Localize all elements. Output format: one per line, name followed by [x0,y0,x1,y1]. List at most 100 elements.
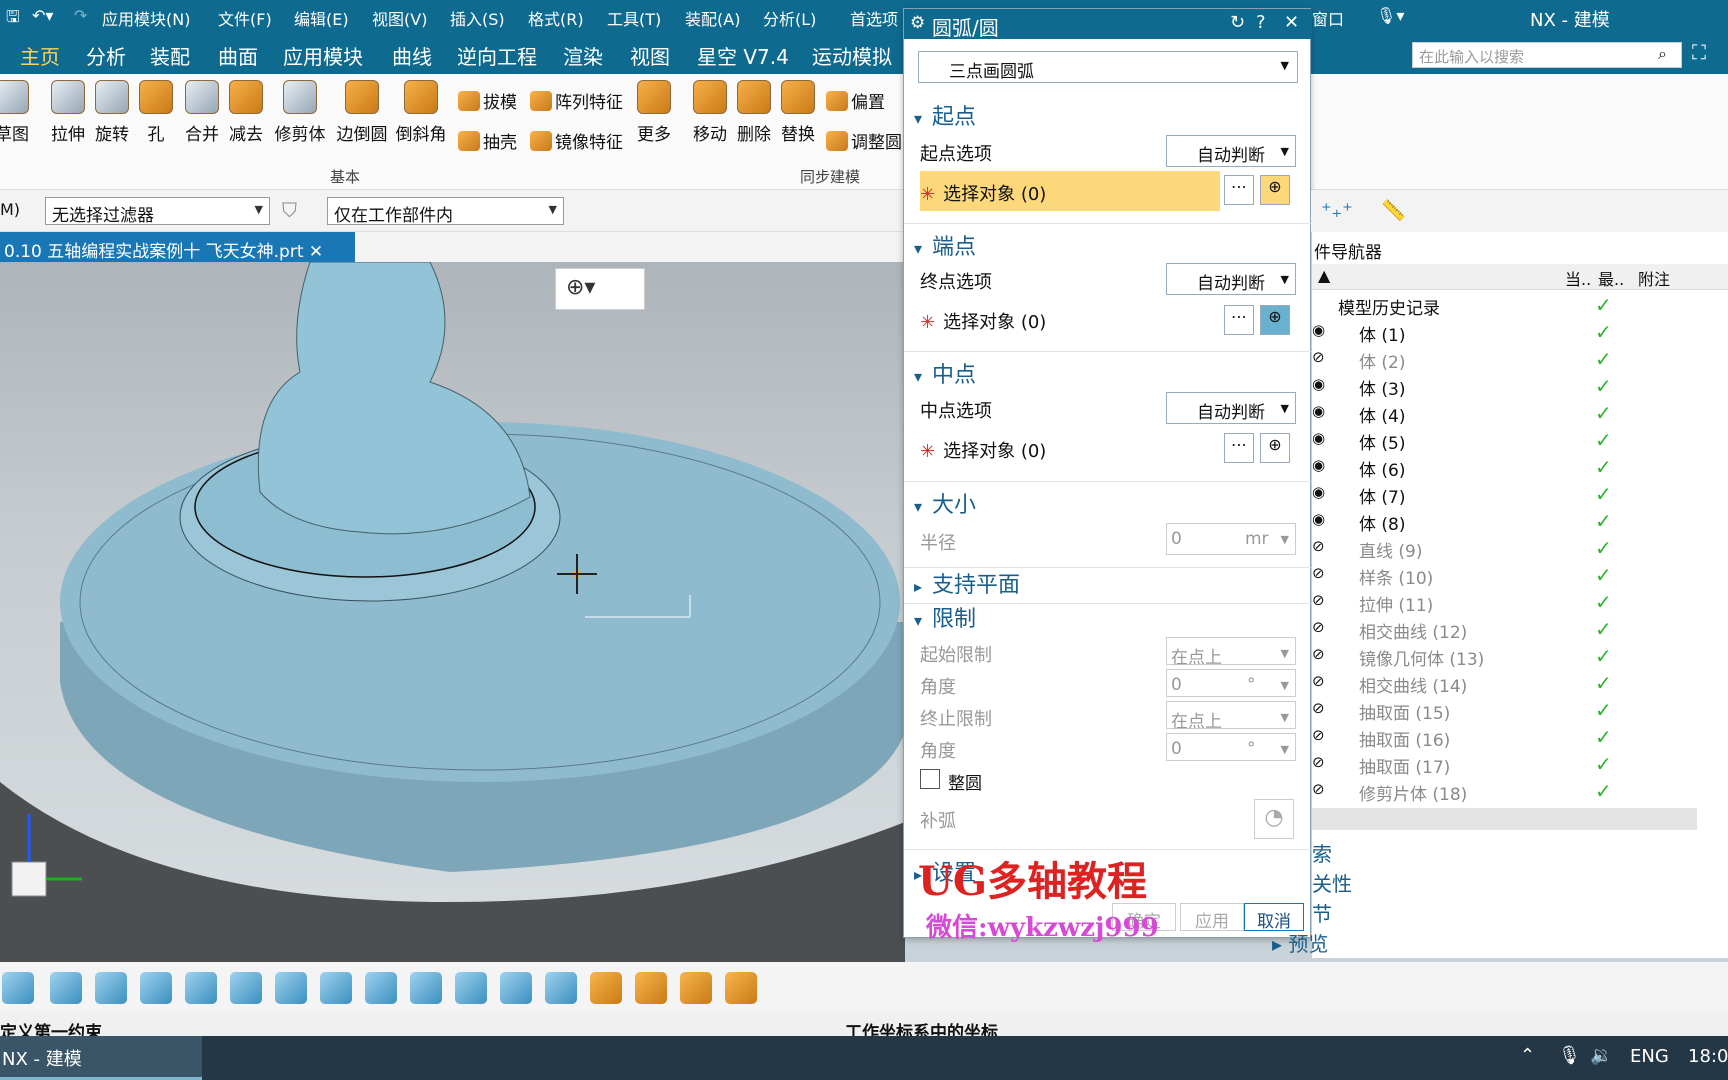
navigator-row[interactable]: ⊘ 拉伸 (11) ✓ [1312,589,1728,616]
crosshair-button[interactable]: ⊕ [1260,433,1290,463]
curve-tool-icon[interactable] [455,972,487,1004]
tab-xingkong[interactable]: 星空 V7.4 [697,41,789,70]
surface-tool-icon[interactable] [95,972,127,1004]
curve-tool-icon[interactable] [545,972,577,1004]
move-face-button[interactable]: 移动 [688,80,732,145]
search-input[interactable]: 在此输入以搜索 [1412,42,1682,68]
navigator-row[interactable]: ◉ 体 (8) ✓ [1312,508,1728,535]
col-current[interactable]: 当.. [1565,266,1591,290]
sort-asc-icon[interactable]: ▲ [1318,266,1330,285]
surface-tool-icon[interactable] [230,972,262,1004]
visibility-icon[interactable]: ⊘ [1312,537,1325,555]
replace-face-button[interactable]: 替换 [776,80,820,145]
complement-button[interactable]: ◔ [1254,799,1294,839]
save-icon[interactable]: 🖫 [6,6,20,33]
visibility-icon[interactable]: ⊘ [1312,618,1325,636]
input-language[interactable]: ENG [1630,1046,1669,1067]
visibility-icon[interactable]: ⊘ [1312,348,1325,366]
visibility-icon[interactable]: ◉ [1312,456,1325,474]
apply-button[interactable]: 应用 [1180,903,1244,932]
more-button[interactable]: 更多 [632,80,676,145]
reset-icon[interactable]: ↻ [1230,12,1245,33]
navigator-row[interactable]: ⊘ 镜像几何体 (13) ✓ [1312,643,1728,670]
tab-curve[interactable]: 曲线 [392,41,432,70]
mirror-feature-button[interactable]: 镜像特征 [530,128,623,153]
tab-render[interactable]: 渲染 [563,41,603,70]
visibility-icon[interactable]: ⊘ [1312,699,1325,717]
section-mid-point[interactable]: 中点 [914,357,976,389]
visibility-icon[interactable]: ⊘ [1312,780,1325,798]
visibility-icon[interactable]: ◉ [1312,321,1325,339]
type-filter-dropdown[interactable]: 无选择过滤器 [45,197,270,225]
navigator-row[interactable]: ⊘ 体 (2) ✓ [1312,346,1728,373]
navigator-row[interactable]: ◉ 体 (3) ✓ [1312,373,1728,400]
trim-body-button[interactable]: 修剪体 [272,80,328,145]
undo-icon[interactable]: ↶▾ [32,6,53,25]
filter-icon[interactable]: ⛉ [282,198,297,222]
navigator-row[interactable]: ⊘ 直线 (9) ✓ [1312,535,1728,562]
add-point-icon[interactable]: ⁺₊⁺ [1321,198,1353,222]
end-select-object[interactable]: ✳ 选择对象 (0) [920,308,1046,334]
start-angle-input[interactable]: 0 ° [1166,669,1296,697]
navigator-row[interactable]: ⊘ 抽取面 (16) ✓ [1312,724,1728,751]
end-option-dropdown[interactable]: 自动判断 [1166,263,1296,295]
surface-tool-icon[interactable] [50,972,82,1004]
visibility-icon[interactable]: ⊘ [1312,645,1325,663]
offset-region-button[interactable]: 偏置 [826,88,885,113]
visibility-icon[interactable]: ◉ [1312,402,1325,420]
point-dialog-button[interactable]: ⋯ [1224,305,1254,335]
navigator-row[interactable]: 模型历史记录 ✓ [1312,292,1728,319]
surface-tool-icon[interactable] [410,972,442,1004]
navigator-row[interactable]: ⊘ 样条 (10) ✓ [1312,562,1728,589]
target-icon[interactable]: ⊕▾ [566,275,595,300]
revolve-button[interactable]: 旋转 [90,80,134,145]
menu-insert[interactable]: 插入(S) [450,6,505,30]
section-end-point[interactable]: 端点 [914,229,976,261]
start-option-dropdown[interactable]: 自动判断 [1166,135,1296,167]
section-support-plane[interactable]: 支持平面 [914,567,1020,599]
close-icon[interactable]: ✕ [1284,12,1299,33]
radius-input[interactable]: 0 mr [1166,523,1296,555]
mid-option-dropdown[interactable]: 自动判断 [1166,392,1296,424]
panel-search[interactable]: 索 [1312,838,1332,867]
col-latest[interactable]: 最.. [1598,266,1624,290]
surface-tool-icon[interactable] [320,972,352,1004]
surface-tool-icon[interactable] [185,972,217,1004]
selection-scope-dropdown[interactable]: 仅在工作部件内 [327,197,564,225]
navigator-row[interactable]: ⊘ 相交曲线 (14) ✓ [1312,670,1728,697]
menu-edit[interactable]: 编辑(E) [294,6,349,30]
visibility-icon[interactable]: ◉ [1312,429,1325,447]
microphone-icon[interactable]: 🎙▾ [1376,6,1404,25]
unite-button[interactable]: 合并 [180,80,224,145]
tab-view[interactable]: 视图 [630,41,670,70]
menu-app-modules[interactable]: 应用模块(N) [102,6,190,30]
visibility-icon[interactable]: ⊘ [1312,672,1325,690]
col-note[interactable]: 附注 [1638,266,1670,290]
menu-window[interactable]: 窗口 [1312,6,1344,30]
start-limit-dropdown[interactable]: 在点上 [1166,637,1296,668]
visibility-icon[interactable]: ⊘ [1312,564,1325,582]
pattern-feature-button[interactable]: 阵列特征 [530,88,623,113]
close-tab-icon[interactable]: ✕ [309,242,323,262]
help-icon[interactable]: ? [1256,12,1266,33]
fullscreen-icon[interactable]: ⛶ [1692,40,1706,64]
mode-label[interactable]: M) [0,200,20,219]
crosshair-button[interactable]: ⊕ [1260,305,1290,335]
menu-preferences[interactable]: 首选项 [850,6,898,30]
extrude-button[interactable]: 拉伸 [46,80,90,145]
visibility-icon[interactable]: ◉ [1312,510,1325,528]
menu-view[interactable]: 视图(V) [372,6,427,30]
surface-tool-icon[interactable] [140,972,172,1004]
navigator-row[interactable]: ◉ 体 (7) ✓ [1312,481,1728,508]
draft-button[interactable]: 拔模 [458,88,517,113]
chamfer-button[interactable]: 倒斜角 [392,80,450,145]
gear-icon[interactable]: ⚙ [910,13,925,33]
solid-tool-icon[interactable] [725,972,757,1004]
redo-icon[interactable]: ↷ [74,6,87,25]
file-tab[interactable]: 0.10 五轴编程实战案例十 飞天女神.prt ✕ [0,232,355,262]
microphone-icon[interactable]: 🎙 [1558,1045,1581,1066]
full-circle-checkbox[interactable] [920,769,940,789]
hole-button[interactable]: 孔 [134,80,178,145]
solid-tool-icon[interactable] [590,972,622,1004]
visibility-icon[interactable]: ◉ [1312,375,1325,393]
